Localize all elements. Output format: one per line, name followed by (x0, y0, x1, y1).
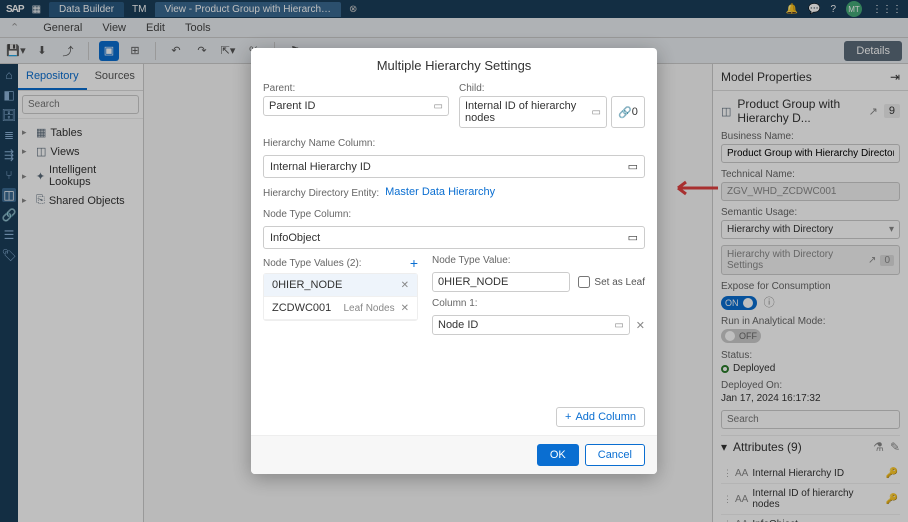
ntv-row-1[interactable]: ZCDWC001Leaf Nodes✕ (264, 297, 417, 320)
plus-icon: + (565, 411, 571, 423)
set-as-leaf-checkbox[interactable]: Set as Leaf (578, 276, 645, 288)
col1-input[interactable]: Node ID▭ (432, 315, 630, 335)
child-label: Child: (459, 83, 645, 94)
remove-col-icon[interactable]: ✕ (636, 319, 645, 332)
add-value-icon[interactable]: + (410, 255, 418, 271)
add-column-button[interactable]: +Add Column (556, 407, 645, 427)
value-help-icon[interactable]: ▭ (614, 320, 623, 331)
hdir-link[interactable]: Master Data Hierarchy (385, 186, 495, 198)
ok-button[interactable]: OK (537, 444, 579, 466)
ntv-value-input[interactable]: 0HIER_NODE (432, 272, 570, 292)
child-count[interactable]: 🔗0 (611, 96, 645, 128)
ntc-input[interactable]: InfoObject▭ (263, 226, 645, 249)
hierarchy-settings-modal: Multiple Hierarchy Settings Parent: Pare… (251, 48, 657, 474)
ntv-value-label: Node Type Value: (432, 255, 645, 266)
ntc-label: Node Type Column: (263, 209, 645, 220)
cancel-button[interactable]: Cancel (585, 444, 645, 466)
modal-title: Multiple Hierarchy Settings (251, 48, 657, 83)
hdir-label: Hierarchy Directory Entity: (263, 188, 379, 199)
value-help-icon[interactable]: ▭ (434, 101, 443, 112)
link-icon: 🔗 (618, 106, 632, 119)
value-help-icon[interactable]: ▭ (628, 160, 638, 173)
child-input[interactable]: Internal ID of hierarchy nodes▭ (459, 96, 607, 128)
ntv-label: Node Type Values (2): (263, 258, 362, 269)
ntv-values: 0HIER_NODE✕ ZCDWC001Leaf Nodes✕ (263, 273, 418, 321)
modal-overlay: Multiple Hierarchy Settings Parent: Pare… (0, 0, 908, 522)
value-help-icon[interactable]: ▭ (592, 107, 601, 118)
remove-icon[interactable]: ✕ (401, 280, 409, 291)
parent-label: Parent: (263, 83, 449, 94)
value-help-icon[interactable]: ▭ (628, 231, 638, 244)
remove-icon[interactable]: ✕ (401, 303, 409, 314)
ntv-row-0[interactable]: 0HIER_NODE✕ (264, 274, 417, 297)
col1-label: Column 1: (432, 298, 645, 309)
hname-input[interactable]: Internal Hierarchy ID▭ (263, 155, 645, 178)
parent-input[interactable]: Parent ID▭ (263, 96, 449, 116)
hname-label: Hierarchy Name Column: (263, 138, 645, 149)
